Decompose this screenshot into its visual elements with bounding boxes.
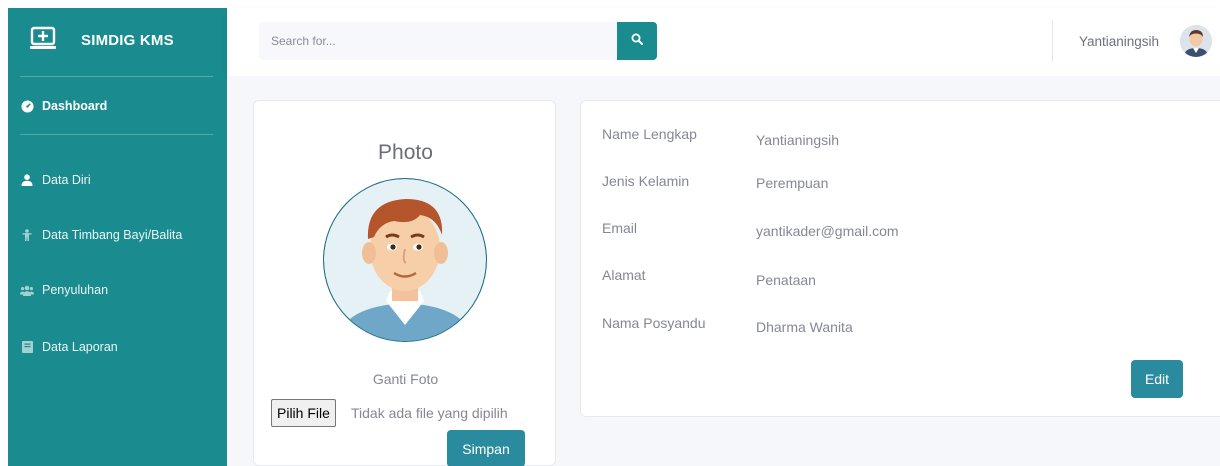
photo-title: Photo xyxy=(378,141,433,164)
child-icon xyxy=(20,228,34,242)
field-label-posyandu: Nama Posyandu xyxy=(602,315,706,331)
laptop-plus-icon xyxy=(30,26,56,52)
field-value-posyandu: Dharma Wanita xyxy=(756,319,853,335)
book-icon xyxy=(20,340,34,354)
avatar[interactable] xyxy=(1180,25,1212,57)
topbar-divider xyxy=(1052,20,1053,62)
tachometer-icon xyxy=(20,99,34,113)
sidebar: SIMDIG KMS Dashboard Data Diri Data Timb… xyxy=(8,8,227,466)
sidebar-item-data-timbang[interactable]: Data Timbang Bayi/Balita xyxy=(8,217,227,253)
topbar: Yantianingsih xyxy=(227,8,1220,76)
search-icon xyxy=(631,32,643,50)
divider xyxy=(20,134,213,135)
search-button[interactable] xyxy=(617,22,657,60)
photo-card: Photo Ganti Foto Pilih File Tidak ada fi… xyxy=(253,100,556,466)
field-label-email: Email xyxy=(602,220,638,236)
sidebar-item-data-diri[interactable]: Data Diri xyxy=(8,162,227,198)
sidebar-item-penyuluhan[interactable]: Penyuluhan xyxy=(8,272,227,308)
sidebar-item-label: Data Diri xyxy=(42,173,91,187)
brand-name: SIMDIG KMS xyxy=(81,32,174,49)
save-button[interactable]: Simpan xyxy=(447,430,525,466)
sidebar-item-data-laporan[interactable]: Data Laporan xyxy=(8,329,227,365)
field-value-gender: Perempuan xyxy=(756,175,829,191)
user-name[interactable]: Yantianingsih xyxy=(1079,34,1159,49)
field-value-email: yantikader@gmail.com xyxy=(756,223,899,239)
profile-info-card: Name Lengkap Yantianingsih Jenis Kelamin… xyxy=(580,100,1220,417)
user-icon xyxy=(20,173,34,187)
field-label-gender: Jenis Kelamin xyxy=(602,173,690,189)
sidebar-item-label: Penyuluhan xyxy=(42,283,109,297)
sidebar-item-dashboard[interactable]: Dashboard xyxy=(8,88,227,124)
users-icon xyxy=(20,283,34,297)
sidebar-item-label: Dashboard xyxy=(42,99,108,113)
brand[interactable]: SIMDIG KMS xyxy=(8,8,227,76)
sidebar-item-label: Data Timbang Bayi/Balita xyxy=(42,228,183,242)
field-label-name: Name Lengkap xyxy=(602,126,697,142)
divider xyxy=(20,76,213,77)
field-label-address: Alamat xyxy=(602,267,646,283)
edit-button[interactable]: Edit xyxy=(1131,360,1183,398)
profile-photo xyxy=(320,175,490,345)
change-photo-label: Ganti Foto xyxy=(372,371,439,387)
field-value-address: Penataan xyxy=(756,272,816,288)
field-value-name: Yantianingsih xyxy=(756,132,840,148)
search-input[interactable] xyxy=(259,22,617,60)
choose-file-button[interactable]: Pilih File xyxy=(271,399,336,427)
file-status: Tidak ada file yang dipilih xyxy=(351,405,508,421)
sidebar-item-label: Data Laporan xyxy=(42,340,118,354)
